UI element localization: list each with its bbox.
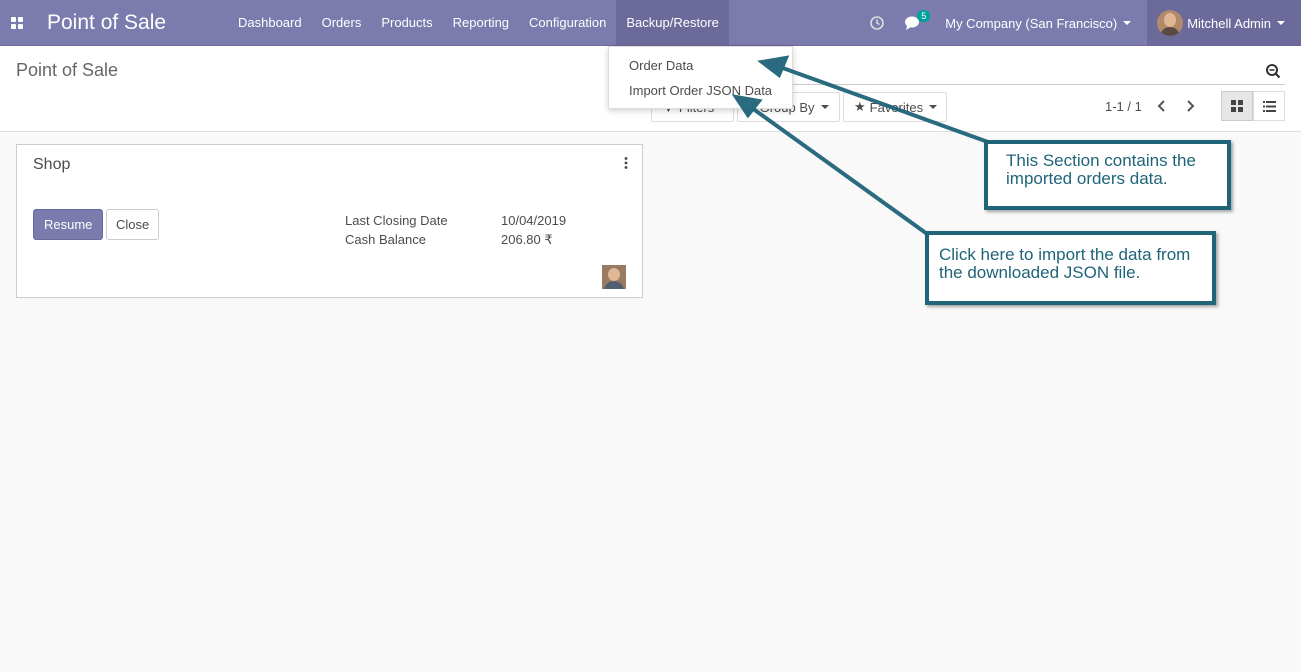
kanban-view-button[interactable] (1221, 91, 1253, 121)
pager-value[interactable]: 1-1 / 1 (1105, 99, 1142, 114)
stat-value: 206.80 ₹ (501, 231, 553, 247)
stat-value: 10/04/2019 (501, 213, 567, 228)
apps-menu-icon[interactable] (0, 0, 33, 46)
chevron-down-icon (1277, 21, 1285, 25)
stat-row: Cash Balance 206.80 ₹ (345, 230, 566, 249)
stat-label: Cash Balance (345, 232, 426, 247)
menu-backup-restore[interactable]: Backup/Restore (616, 0, 729, 46)
stat-label: Last Closing Date (345, 213, 448, 228)
list-view-button[interactable] (1253, 91, 1285, 121)
callout-import-json: Click here to import the data from the d… (925, 231, 1216, 305)
activity-clock-icon[interactable] (869, 15, 885, 31)
close-button[interactable]: Close (106, 209, 160, 240)
resume-button[interactable]: Resume (33, 209, 104, 240)
dropdown-item-order-data[interactable]: Order Data (609, 53, 792, 78)
list-icon (1262, 100, 1276, 112)
stat-row: Last Closing Date 10/04/2019 (345, 211, 566, 230)
company-switcher[interactable]: My Company (San Francisco) (945, 15, 1132, 31)
pager-next-icon[interactable] (1183, 98, 1197, 114)
pos-config-card[interactable]: Shop Resume Close Last Closing Date 10/0… (16, 144, 643, 298)
chevron-down-icon (1123, 21, 1132, 25)
dropdown-item-import-order-json[interactable]: Import Order JSON Data (609, 78, 792, 103)
kanban-icon (1231, 100, 1243, 112)
user-name: Mitchell Admin (1187, 15, 1271, 31)
user-menu[interactable]: Mitchell Admin (1147, 0, 1301, 46)
main-menu: Dashboard Orders Products Reporting Conf… (228, 0, 729, 46)
favorites-button[interactable]: ★ Favorites (843, 92, 947, 122)
menu-dashboard[interactable]: Dashboard (228, 0, 312, 46)
backup-restore-dropdown: Order Data Import Order JSON Data (608, 46, 793, 109)
user-avatar (1157, 10, 1184, 36)
view-switcher (1221, 91, 1285, 121)
chevron-down-icon (929, 105, 938, 109)
top-navbar: Point of Sale Dashboard Orders Products … (0, 0, 1301, 46)
message-count-badge: 5 (917, 10, 931, 22)
systray: 5 My Company (San Francisco) Mitchell Ad… (869, 0, 1301, 46)
card-menu-icon[interactable] (624, 157, 628, 169)
card-title: Shop (33, 156, 71, 173)
responsible-avatar (602, 265, 626, 289)
chevron-down-icon (820, 105, 829, 109)
company-name: My Company (San Francisco) (945, 15, 1118, 31)
app-brand[interactable]: Point of Sale (47, 11, 228, 35)
menu-orders[interactable]: Orders (312, 0, 372, 46)
menu-reporting[interactable]: Reporting (443, 0, 519, 46)
pager-previous-icon[interactable] (1155, 98, 1169, 114)
breadcrumb: Point of Sale (16, 60, 119, 80)
favorites-label: Favorites (869, 99, 924, 115)
star-icon: ★ (854, 99, 866, 114)
card-stats: Last Closing Date 10/04/2019 Cash Balanc… (345, 211, 566, 249)
search-icon[interactable] (1265, 63, 1281, 79)
callout-imported-orders: This Section contains the imported order… (984, 140, 1231, 210)
menu-configuration[interactable]: Configuration (519, 0, 616, 46)
messaging-icon[interactable]: 5 (905, 10, 931, 31)
menu-products[interactable]: Products (371, 0, 442, 46)
